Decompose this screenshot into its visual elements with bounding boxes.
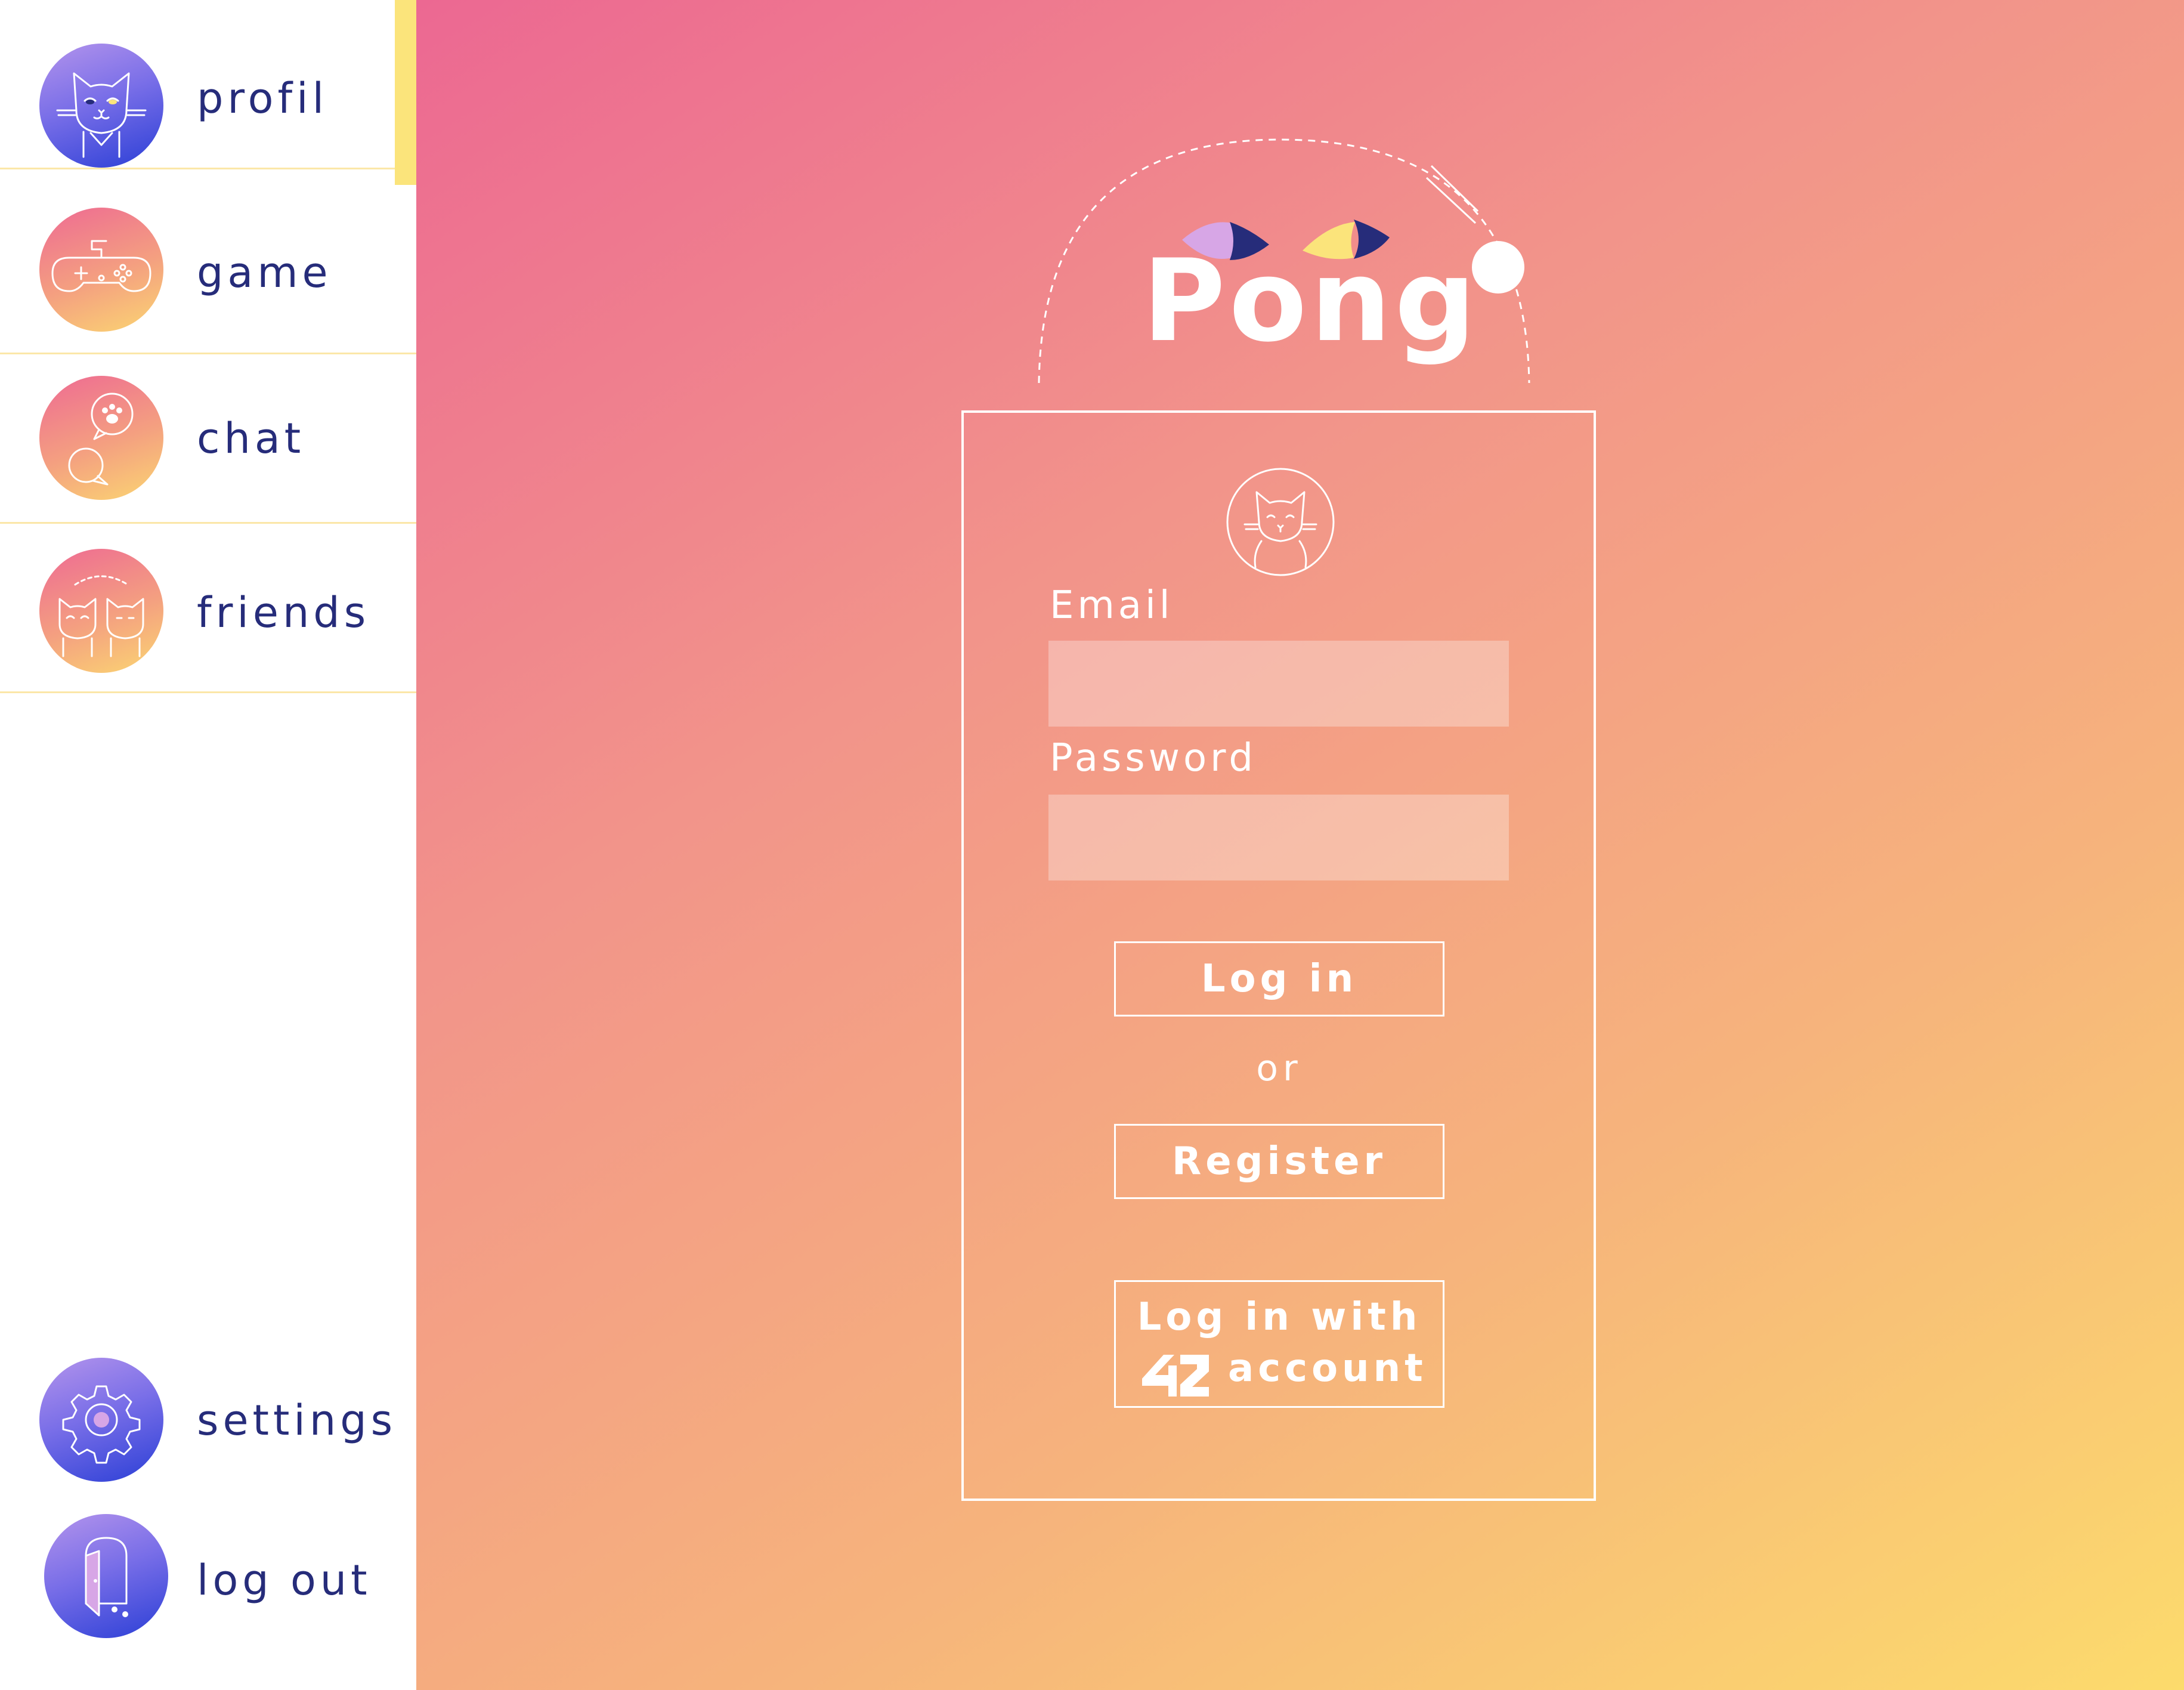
email-field[interactable] bbox=[1048, 641, 1509, 727]
login-page: Pong Email Password Log in or Register L… bbox=[416, 0, 2184, 1690]
sidebar-item-logout[interactable]: log out bbox=[0, 1500, 416, 1669]
42-logo-icon bbox=[1142, 1355, 1209, 1397]
sidebar-item-chat[interactable]: chat bbox=[0, 354, 416, 524]
cat-avatar-icon bbox=[39, 44, 163, 168]
page-title: Pong bbox=[1142, 235, 1480, 367]
sidebar-item-label: game bbox=[197, 248, 332, 297]
login-42-account-label: account bbox=[1228, 1346, 1427, 1391]
login-button[interactable]: Log in bbox=[1114, 941, 1444, 1017]
sidebar-item-label: settings bbox=[197, 1396, 397, 1445]
sidebar-item-friends[interactable]: friends bbox=[0, 524, 416, 693]
login-42-label: Log in with bbox=[1137, 1295, 1422, 1339]
cat-avatar-icon bbox=[1226, 467, 1335, 577]
login-42-button[interactable]: Log in with account bbox=[1114, 1280, 1444, 1408]
chat-bubbles-paw-icon bbox=[39, 376, 163, 500]
sidebar-item-profil[interactable]: profil bbox=[0, 0, 416, 185]
email-label: Email bbox=[1050, 583, 1174, 628]
password-field[interactable] bbox=[1048, 795, 1509, 880]
password-label: Password bbox=[1050, 736, 1257, 780]
sidebar-item-settings[interactable]: settings bbox=[0, 1336, 416, 1506]
door-exit-icon bbox=[44, 1514, 168, 1638]
register-button[interactable]: Register bbox=[1114, 1124, 1444, 1199]
sidebar-item-label: friends bbox=[197, 588, 370, 637]
sidebar-item-label: log out bbox=[197, 1556, 372, 1605]
two-cats-icon bbox=[39, 549, 163, 673]
sidebar-item-label: chat bbox=[197, 414, 305, 463]
gear-icon bbox=[39, 1358, 163, 1482]
gamepad-icon bbox=[39, 208, 163, 332]
sidebar: profil game chat friends settings log ou… bbox=[0, 0, 416, 1690]
sidebar-item-game[interactable]: game bbox=[0, 185, 416, 354]
sidebar-item-label: profil bbox=[197, 74, 329, 123]
or-separator: or bbox=[1256, 1048, 1303, 1089]
